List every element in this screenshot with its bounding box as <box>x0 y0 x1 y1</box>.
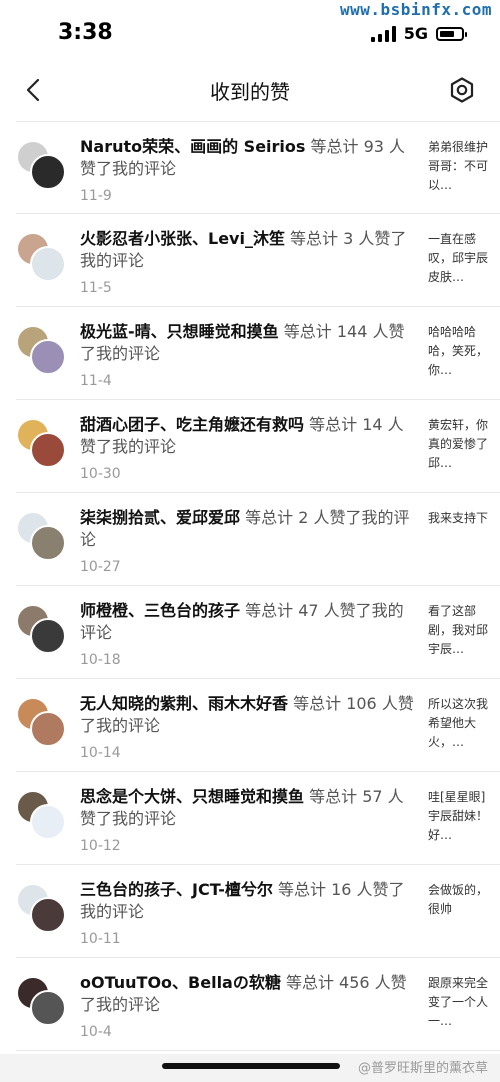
item-date: 10-27 <box>80 559 121 575</box>
comment-snippet[interactable]: 哈哈哈哈哈，笑死，你… <box>428 323 488 380</box>
avatar-group[interactable] <box>16 790 66 840</box>
item-content: 无人知晓的紫荆、雨木木好香 等总计 106 人赞了我的评论 10-14 <box>80 693 418 761</box>
avatar <box>30 897 66 933</box>
item-content: 甜酒心团子、吃主角嬷还有救吗 等总计 14 人赞了我的评论 10-30 <box>80 414 418 482</box>
liker-names[interactable]: 极光蓝-晴、只想睡觉和摸鱼 <box>80 322 279 341</box>
item-content: 柒柒捌拾贰、爱邱爱邱 等总计 2 人赞了我的评论 10-27 <box>80 507 418 575</box>
status-bar: 3:38 5G <box>0 0 500 64</box>
avatar-group[interactable] <box>16 418 66 468</box>
liker-names[interactable]: 火影忍者小张张、Levi_沐笙 <box>80 229 285 248</box>
comment-snippet[interactable]: 会做饭的，很帅 <box>428 881 488 919</box>
avatar <box>30 154 66 190</box>
list-item[interactable]: 思念是个大饼、只想睡觉和摸鱼 等总计 57 人赞了我的评论 10-12 哇[星星… <box>16 772 500 865</box>
comment-snippet[interactable]: 所以这次我希望他大火，… <box>428 695 488 752</box>
avatar <box>30 618 66 654</box>
like-summary: 极光蓝-晴、只想睡觉和摸鱼 等总计 144 人赞了我的评论 <box>80 321 418 365</box>
like-summary: 甜酒心团子、吃主角嬷还有救吗 等总计 14 人赞了我的评论 <box>80 414 418 458</box>
liker-names[interactable]: 柒柒捌拾贰、爱邱爱邱 <box>80 508 240 527</box>
like-summary: 柒柒捌拾贰、爱邱爱邱 等总计 2 人赞了我的评论 <box>80 507 418 551</box>
liker-names[interactable]: 三色台的孩子、JCT-檀兮尔 <box>80 880 273 899</box>
avatar-group[interactable] <box>16 325 66 375</box>
comment-snippet[interactable]: 黄宏轩，你真的爱惨了邱… <box>428 416 488 473</box>
list-item[interactable]: oOTuuTOo、Bellaの软糖 等总计 456 人赞了我的评论 10-4 跟… <box>16 958 500 1051</box>
avatar <box>30 246 66 282</box>
avatar-group[interactable] <box>16 140 66 190</box>
likes-list: Naruto荣荣、画画的 Seirios 等总计 93 人赞了我的评论 11-9… <box>16 121 500 1051</box>
watermark-bottom: @普罗旺斯里的薰衣草 <box>357 1061 488 1076</box>
avatar-group[interactable] <box>16 511 66 561</box>
avatar <box>30 525 66 561</box>
like-summary: 三色台的孩子、JCT-檀兮尔 等总计 16 人赞了我的评论 <box>80 879 418 923</box>
page-title: 收到的赞 <box>210 80 290 104</box>
like-summary: 火影忍者小张张、Levi_沐笙 等总计 3 人赞了我的评论 <box>80 228 418 272</box>
item-date: 11-5 <box>80 280 112 296</box>
avatar <box>30 804 66 840</box>
status-indicators: 5G <box>370 24 467 43</box>
item-content: oOTuuTOo、Bellaの软糖 等总计 456 人赞了我的评论 10-4 <box>80 972 418 1040</box>
item-content: 思念是个大饼、只想睡觉和摸鱼 等总计 57 人赞了我的评论 10-12 <box>80 786 418 854</box>
like-summary: oOTuuTOo、Bellaの软糖 等总计 456 人赞了我的评论 <box>80 972 418 1016</box>
comment-snippet[interactable]: 跟原来完全变了一个人一… <box>428 974 488 1031</box>
avatar <box>30 432 66 468</box>
item-date: 10-14 <box>80 745 121 761</box>
like-summary: Naruto荣荣、画画的 Seirios 等总计 93 人赞了我的评论 <box>80 136 418 180</box>
avatar-group[interactable] <box>16 697 66 747</box>
list-item[interactable]: 柒柒捌拾贰、爱邱爱邱 等总计 2 人赞了我的评论 10-27 我来支持下 <box>16 493 500 586</box>
status-time: 3:38 <box>58 20 113 45</box>
item-date: 10-30 <box>80 466 121 482</box>
gear-icon <box>450 77 474 103</box>
item-date: 10-12 <box>80 838 121 854</box>
nav-bar: 收到的赞 <box>0 64 500 116</box>
list-item[interactable]: 无人知晓的紫荆、雨木木好香 等总计 106 人赞了我的评论 10-14 所以这次… <box>16 679 500 772</box>
avatar-group[interactable] <box>16 976 66 1026</box>
item-date: 11-4 <box>80 373 112 389</box>
item-content: 极光蓝-晴、只想睡觉和摸鱼 等总计 144 人赞了我的评论 11-4 <box>80 321 418 389</box>
like-summary: 无人知晓的紫荆、雨木木好香 等总计 106 人赞了我的评论 <box>80 693 418 737</box>
comment-snippet[interactable]: 一直在感叹，邱宇辰皮肤… <box>428 230 488 287</box>
liker-names[interactable]: 思念是个大饼、只想睡觉和摸鱼 <box>80 787 304 806</box>
like-summary: 思念是个大饼、只想睡觉和摸鱼 等总计 57 人赞了我的评论 <box>80 786 418 830</box>
comment-snippet[interactable]: 看了这部剧，我对邱宇辰… <box>428 602 488 659</box>
liker-names[interactable]: Naruto荣荣、画画的 Seirios <box>80 137 305 156</box>
item-date: 11-9 <box>80 188 112 204</box>
avatar-group[interactable] <box>16 883 66 933</box>
list-item[interactable]: 火影忍者小张张、Levi_沐笙 等总计 3 人赞了我的评论 11-5 一直在感叹… <box>16 214 500 307</box>
item-date: 10-4 <box>80 1024 112 1040</box>
avatar <box>30 339 66 375</box>
comment-snippet[interactable]: 我来支持下 <box>428 509 488 528</box>
item-date: 10-18 <box>80 652 121 668</box>
list-item[interactable]: Naruto荣荣、画画的 Seirios 等总计 93 人赞了我的评论 11-9… <box>16 121 500 214</box>
settings-button[interactable] <box>446 74 478 106</box>
item-content: 师橙橙、三色台的孩子 等总计 47 人赞了我的评论 10-18 <box>80 600 418 668</box>
battery-icon <box>436 26 467 41</box>
comment-snippet[interactable]: 弟弟很维护哥哥：不可以… <box>428 138 488 195</box>
network-label: 5G <box>403 24 428 43</box>
liker-names[interactable]: oOTuuTOo、Bellaの软糖 <box>80 973 281 992</box>
liker-names[interactable]: 甜酒心团子、吃主角嬷还有救吗 <box>80 415 304 434</box>
list-item[interactable]: 三色台的孩子、JCT-檀兮尔 等总计 16 人赞了我的评论 10-11 会做饭的… <box>16 865 500 958</box>
list-item[interactable]: 极光蓝-晴、只想睡觉和摸鱼 等总计 144 人赞了我的评论 11-4 哈哈哈哈哈… <box>16 307 500 400</box>
signal-icon <box>370 25 396 42</box>
avatar <box>30 711 66 747</box>
item-content: 火影忍者小张张、Levi_沐笙 等总计 3 人赞了我的评论 11-5 <box>80 228 418 296</box>
home-indicator[interactable] <box>162 1063 340 1069</box>
item-content: 三色台的孩子、JCT-檀兮尔 等总计 16 人赞了我的评论 10-11 <box>80 879 418 947</box>
list-item[interactable]: 师橙橙、三色台的孩子 等总计 47 人赞了我的评论 10-18 看了这部剧，我对… <box>16 586 500 679</box>
item-date: 10-11 <box>80 931 121 947</box>
avatar <box>30 990 66 1026</box>
like-summary: 师橙橙、三色台的孩子 等总计 47 人赞了我的评论 <box>80 600 418 644</box>
liker-names[interactable]: 师橙橙、三色台的孩子 <box>80 601 240 620</box>
liker-names[interactable]: 无人知晓的紫荆、雨木木好香 <box>80 694 288 713</box>
comment-snippet[interactable]: 哇[星星眼]宇辰甜妹！好… <box>428 788 488 845</box>
avatar-group[interactable] <box>16 604 66 654</box>
item-content: Naruto荣荣、画画的 Seirios 等总计 93 人赞了我的评论 11-9 <box>80 136 418 204</box>
list-item[interactable]: 甜酒心团子、吃主角嬷还有救吗 等总计 14 人赞了我的评论 10-30 黄宏轩，… <box>16 400 500 493</box>
avatar-group[interactable] <box>16 232 66 282</box>
